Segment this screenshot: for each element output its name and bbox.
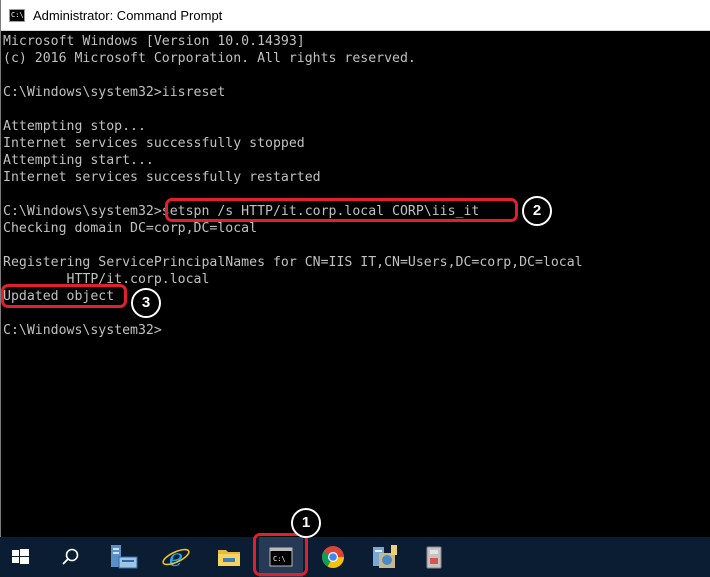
step-badge-1: 1 — [291, 508, 321, 538]
console-line: (c) 2016 Microsoft Corporation. All righ… — [3, 51, 416, 66]
file-explorer-icon — [218, 550, 240, 566]
start-button[interactable] — [0, 537, 44, 577]
console-line: C:\Windows\system32> — [3, 323, 162, 338]
console-line: Registering ServicePrincipalNames for CN… — [3, 255, 583, 270]
highlight-setspn-command — [165, 198, 518, 222]
cmd-icon-label: C:\. — [11, 11, 28, 19]
console-line: C:\Windows\system32>iisreset — [3, 85, 226, 100]
console-line: Internet services successfully restarted — [3, 170, 321, 185]
highlight-command-prompt-taskbar — [253, 533, 308, 576]
cmd-window-icon: C:\. — [9, 9, 28, 22]
taskbar-server-manager[interactable] — [101, 537, 145, 577]
highlight-updated-object — [1, 284, 127, 308]
console-output[interactable]: Microsoft Windows [Version 10.0.14393] (… — [3, 33, 709, 533]
server-manager-icon — [111, 545, 138, 569]
console-line: Checking domain DC=corp,DC=local — [3, 221, 258, 236]
title-bar[interactable]: C:\. Administrator: Command Prompt — [1, 0, 710, 31]
step-badge-3: 3 — [131, 288, 161, 318]
console-line: Internet services successfully stopped — [3, 136, 305, 151]
search-icon — [62, 548, 79, 565]
console-line: Microsoft Windows [Version 10.0.14393] — [3, 34, 305, 49]
console-line: Attempting start... — [3, 153, 154, 168]
command-prompt-window: C:\. Administrator: Command Prompt Micro… — [0, 0, 710, 537]
internet-explorer-icon: e — [162, 544, 190, 572]
svg-text:e: e — [169, 544, 183, 572]
application-icon — [426, 546, 442, 569]
taskbar-chrome[interactable] — [311, 537, 355, 577]
console-line: Attempting stop... — [3, 119, 146, 134]
window-title: Administrator: Command Prompt — [33, 8, 223, 23]
search-button[interactable] — [48, 537, 92, 577]
taskbar-iis-manager[interactable] — [363, 537, 407, 577]
taskbar-internet-explorer[interactable]: e — [154, 537, 198, 577]
windows-start-icon — [12, 549, 29, 564]
chrome-icon — [322, 546, 344, 568]
iis-manager-icon — [373, 545, 397, 568]
taskbar-application[interactable] — [412, 537, 456, 577]
taskbar: e C:\ — [0, 537, 710, 577]
step-badge-2: 2 — [522, 196, 552, 226]
taskbar-file-explorer[interactable] — [207, 537, 251, 577]
